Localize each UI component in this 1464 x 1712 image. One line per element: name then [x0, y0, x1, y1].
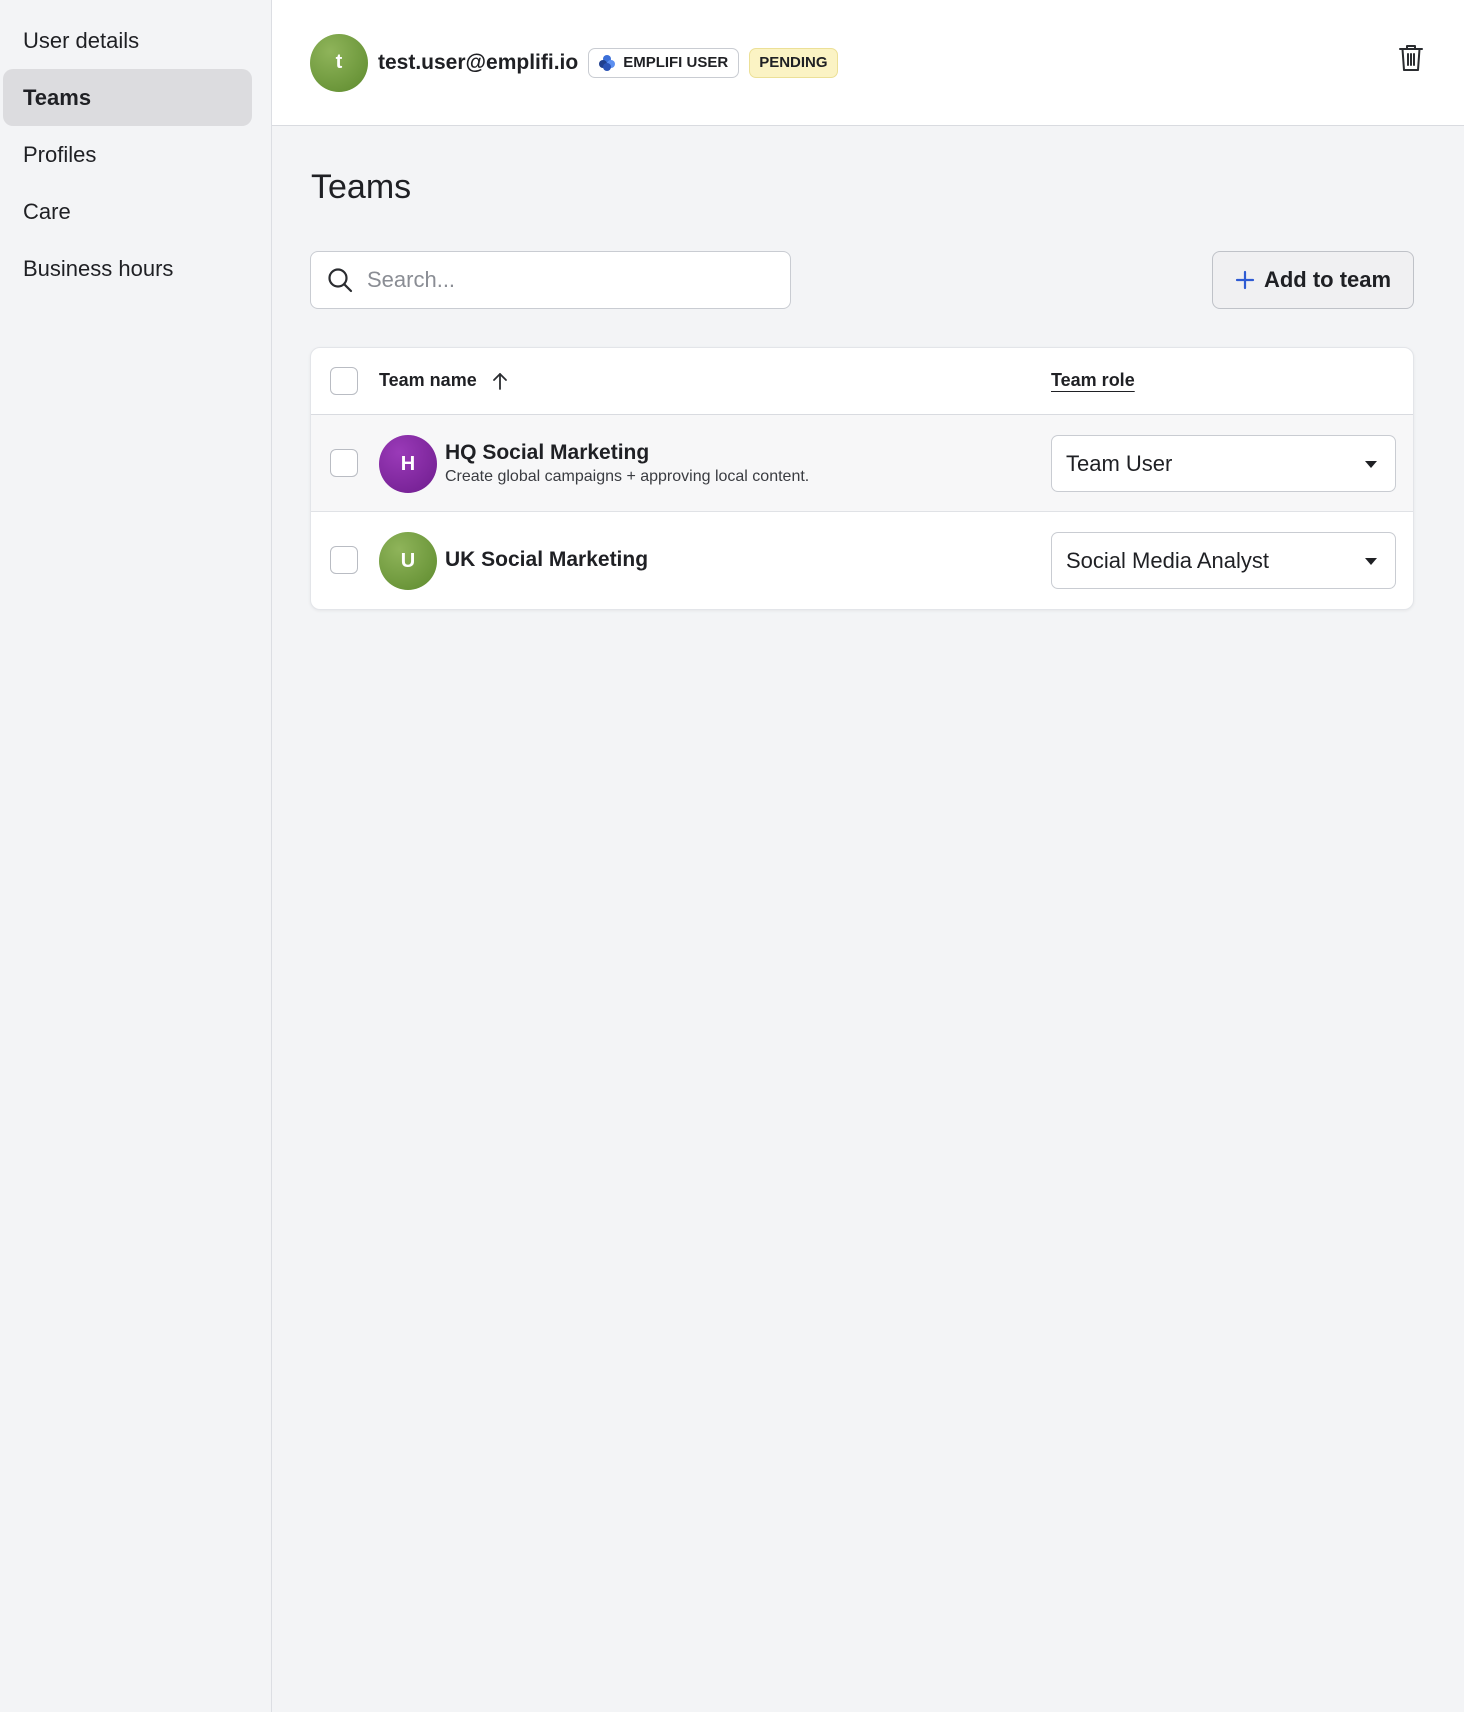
column-header-team-name[interactable]: Team name [379, 370, 508, 391]
column-header-team-role[interactable]: Team role [1051, 370, 1135, 391]
row-checkbox[interactable] [330, 449, 358, 477]
search-icon [328, 268, 353, 293]
main-content: t test.user@emplifi.io EMPLIFI USER PEND… [272, 0, 1464, 1712]
column-header-label: Team name [379, 370, 477, 390]
user-type-label: EMPLIFI USER [623, 54, 729, 71]
arrow-up-icon [492, 372, 507, 390]
team-role-select[interactable]: Social Media Analyst [1051, 532, 1396, 589]
team-role-select[interactable]: Team User [1051, 435, 1396, 492]
search-box[interactable] [310, 251, 791, 309]
team-role-value: Social Media Analyst [1066, 547, 1269, 573]
emplifi-logo-icon [598, 54, 616, 72]
sidebar-item-label: Care [23, 198, 71, 224]
team-name: UK Social Marketing [445, 548, 649, 571]
teams-table: Team name Team role H HQ Social Marketin… [310, 347, 1414, 610]
sidebar-item-teams[interactable]: Teams [3, 69, 252, 126]
team-role-value: Team User [1066, 450, 1173, 476]
table-row: U UK Social Marketing Social Media Analy… [311, 512, 1413, 609]
team-name: HQ Social Marketing [445, 441, 650, 464]
app-root: User details Teams Profiles Care Busines… [0, 0, 1464, 1712]
search-input[interactable] [365, 266, 765, 294]
sidebar-item-label: Business hours [23, 255, 174, 281]
team-description: Create global campaigns + approving loca… [445, 468, 810, 485]
row-checkbox[interactable] [330, 546, 358, 574]
sidebar-item-label: Profiles [23, 141, 97, 167]
sidebar-item-label: Teams [23, 84, 92, 110]
user-avatar: t [310, 33, 368, 92]
table-header: Team name Team role [311, 348, 1413, 415]
add-to-team-button[interactable]: Add to team [1212, 251, 1414, 309]
add-to-team-label: Add to team [1263, 267, 1392, 292]
table-row: H HQ Social Marketing Create global camp… [311, 415, 1413, 512]
sidebar-item-label: User details [23, 27, 140, 53]
page-title: Teams [311, 168, 412, 206]
user-type-badge: EMPLIFI USER [588, 47, 740, 78]
user-header: t test.user@emplifi.io EMPLIFI USER PEND… [272, 0, 1464, 126]
sidebar-item-care[interactable]: Care [3, 183, 252, 240]
sidebar-item-profiles[interactable]: Profiles [3, 126, 252, 183]
status-badge: PENDING [749, 47, 838, 78]
select-all-checkbox[interactable] [330, 367, 358, 395]
plus-icon [1235, 270, 1255, 290]
trash-icon[interactable] [1398, 43, 1424, 73]
team-avatar: H [379, 435, 437, 493]
caret-down-icon [1365, 461, 1377, 468]
sidebar: User details Teams Profiles Care Busines… [0, 0, 272, 1712]
sidebar-item-user-details[interactable]: User details [3, 12, 252, 69]
caret-down-icon [1365, 558, 1377, 565]
sidebar-item-business-hours[interactable]: Business hours [3, 240, 252, 297]
user-email: test.user@emplifi.io [378, 50, 579, 74]
team-avatar: U [379, 532, 437, 590]
